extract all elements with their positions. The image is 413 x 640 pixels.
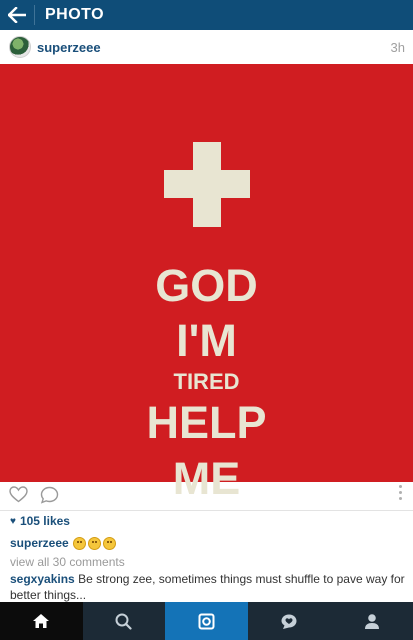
likes-heart-icon: ♥ bbox=[10, 515, 16, 527]
cross-icon-vertical bbox=[193, 142, 221, 227]
more-options-icon[interactable] bbox=[399, 485, 403, 503]
activity-icon bbox=[281, 614, 297, 629]
arrow-left-icon bbox=[8, 7, 26, 23]
page-title: PHOTO bbox=[45, 6, 105, 23]
tab-profile[interactable] bbox=[330, 602, 413, 640]
view-all-comments-link[interactable]: view all 30 comments bbox=[10, 555, 125, 569]
image-text-line-2: I'M bbox=[176, 315, 237, 366]
flushed-emoji-icon bbox=[72, 536, 86, 550]
bottom-nav bbox=[0, 602, 413, 640]
back-button[interactable] bbox=[0, 0, 34, 30]
like-heart-icon[interactable] bbox=[9, 486, 28, 503]
image-text-line-3: TIRED bbox=[173, 369, 240, 394]
tab-home[interactable] bbox=[0, 602, 83, 640]
image-text-line-4: HELP bbox=[146, 397, 267, 448]
top-bar: PHOTO bbox=[0, 0, 413, 30]
home-icon bbox=[33, 614, 50, 628]
post-time: 3h bbox=[390, 39, 405, 55]
avatar[interactable] bbox=[9, 36, 31, 58]
tab-search[interactable] bbox=[83, 602, 166, 640]
header-divider bbox=[34, 5, 35, 25]
caption-username[interactable]: superzeee bbox=[10, 536, 69, 550]
likes-label: 105 likes bbox=[19, 514, 70, 528]
likes-count[interactable]: ♥ 105 likes bbox=[10, 514, 70, 528]
post-actions bbox=[0, 482, 413, 511]
profile-icon bbox=[364, 613, 379, 629]
flushed-emoji-icon bbox=[87, 536, 101, 550]
tab-camera[interactable] bbox=[165, 602, 248, 640]
post-header: superzeee 3h bbox=[0, 30, 413, 64]
image-text-line-1: GOD bbox=[155, 260, 258, 311]
post-username[interactable]: superzeee bbox=[37, 40, 101, 55]
tab-activity[interactable] bbox=[248, 602, 331, 640]
comment-username[interactable]: segxyakins bbox=[10, 572, 75, 586]
comment-bubble-icon[interactable] bbox=[40, 486, 59, 504]
comment: segxyakins Be strong zee, sometimes thin… bbox=[10, 571, 405, 603]
search-icon bbox=[115, 613, 132, 630]
post-caption: superzeee bbox=[10, 536, 118, 550]
post-image[interactable]: GOD I'M TIRED HELP ME bbox=[0, 64, 413, 504]
camera-icon bbox=[198, 613, 215, 629]
action-divider bbox=[0, 510, 413, 511]
flushed-emoji-icon bbox=[102, 536, 116, 550]
